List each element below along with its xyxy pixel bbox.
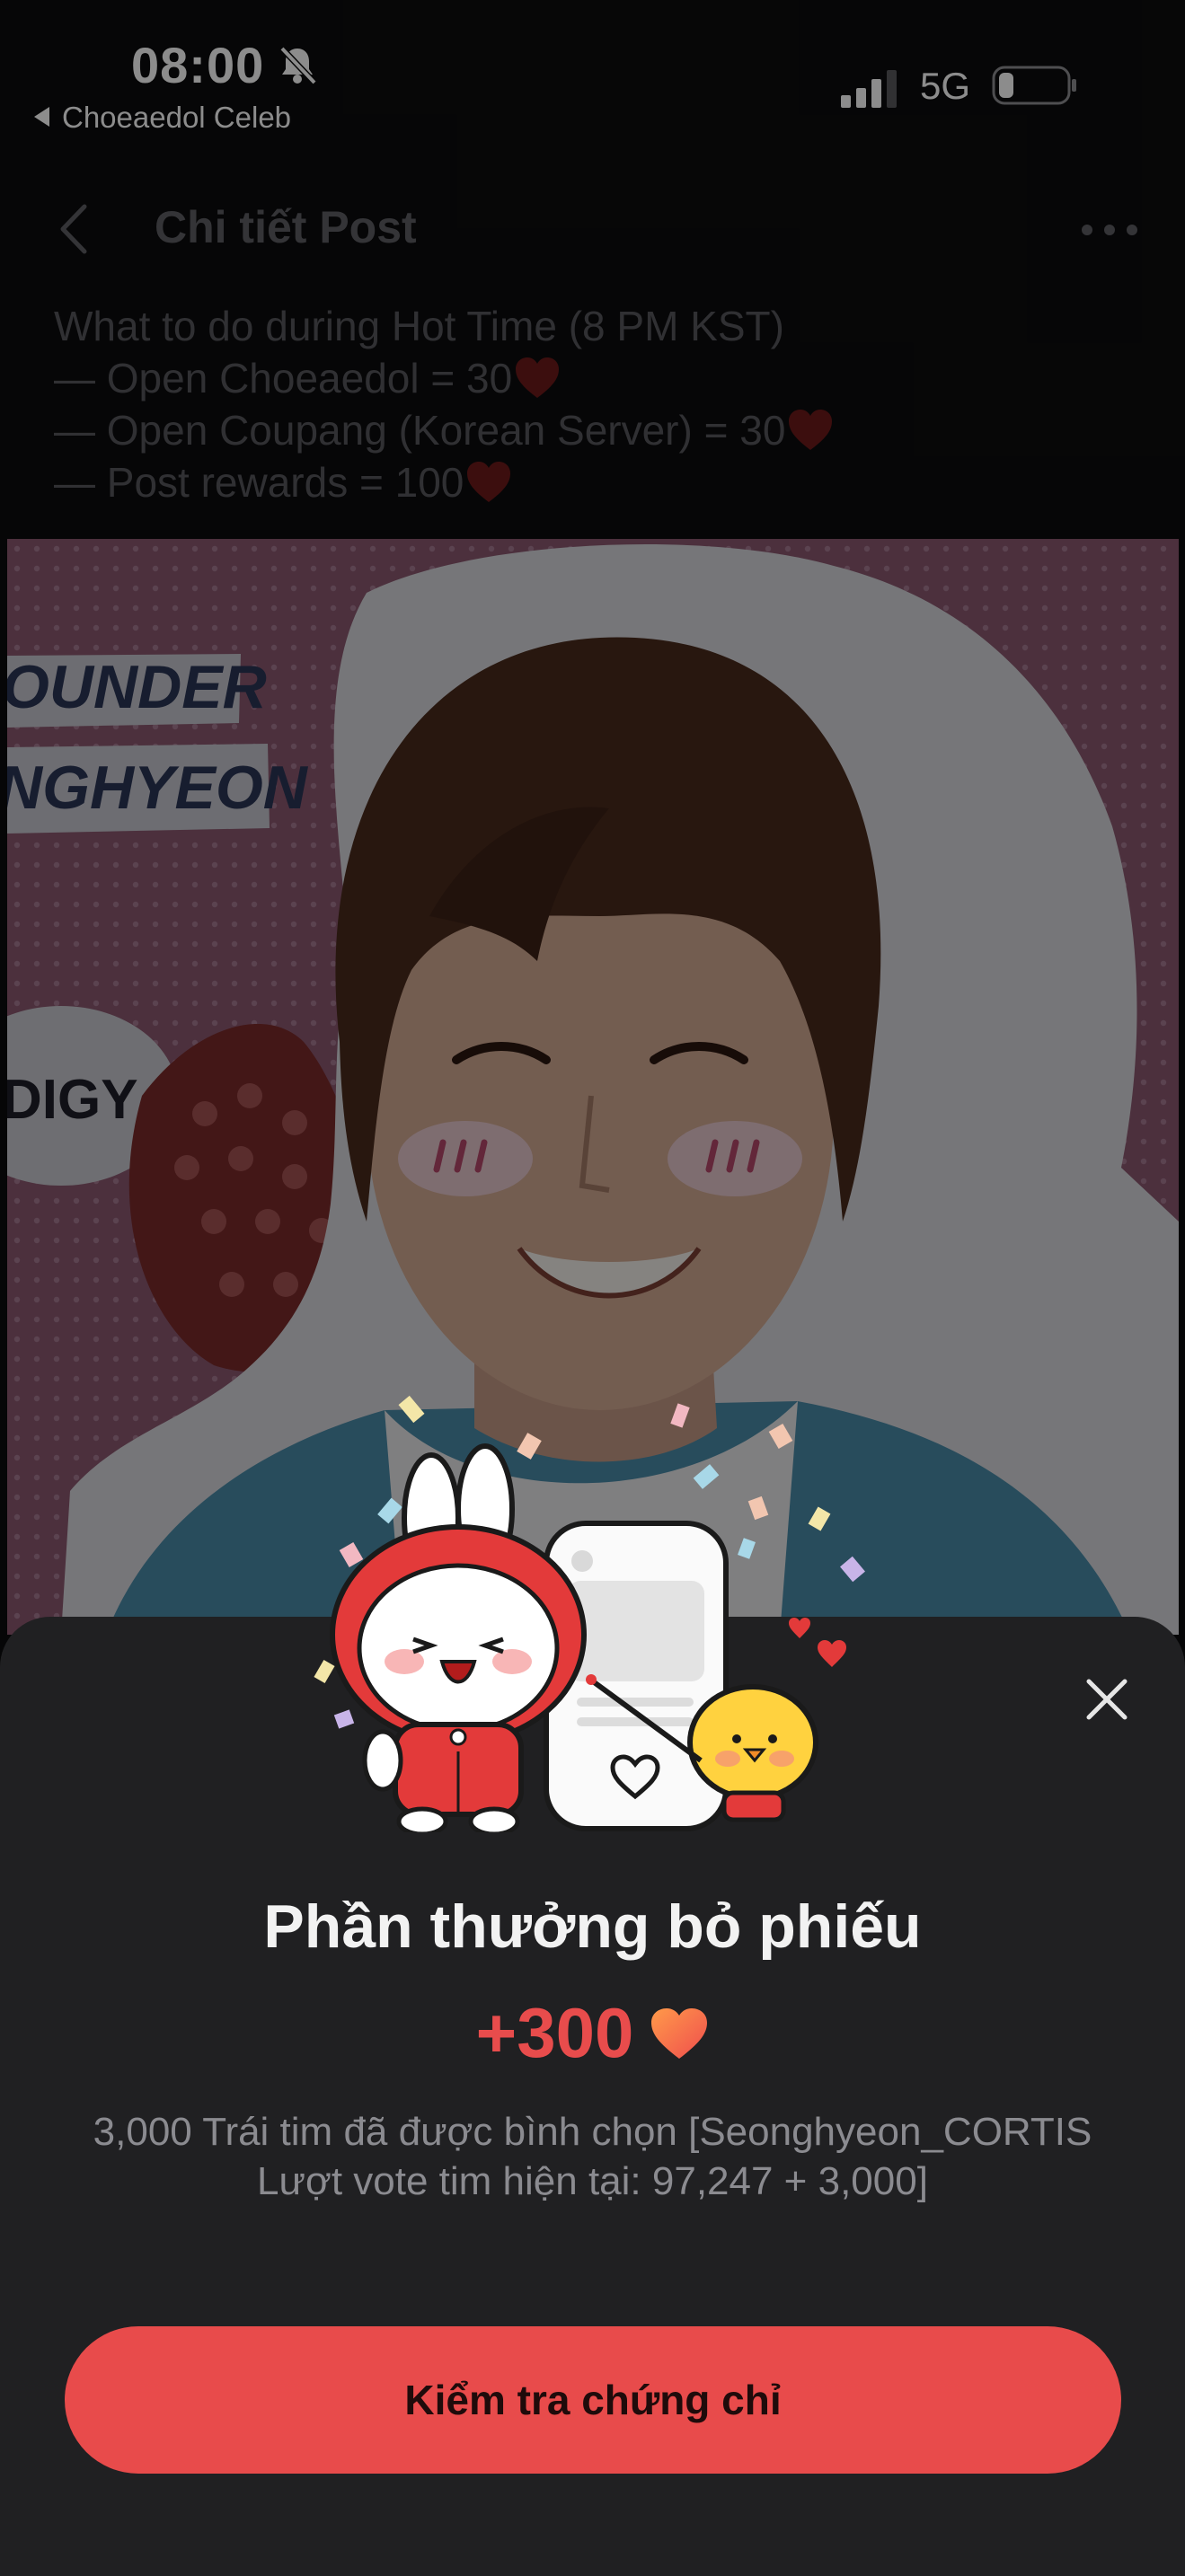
post-line: — Open Choeaedol = 30 xyxy=(54,352,1132,404)
signal-icon xyxy=(841,70,897,108)
reward-amount: +300 xyxy=(475,1993,634,2072)
post-line: — Open Coupang (Korean Server) = 30 xyxy=(54,404,1132,456)
heart-icon xyxy=(651,2007,708,2059)
post-header: Chi tiết Post xyxy=(0,180,1185,278)
post-line-text: — Post rewards = 100 xyxy=(54,459,464,506)
back-triangle-icon xyxy=(34,107,49,127)
post-line-text: What to do during Hot Time (8 PM KST) xyxy=(54,303,784,349)
post-line: — Post rewards = 100 xyxy=(54,456,1132,508)
bell-slash-icon xyxy=(279,46,317,85)
heart-icon xyxy=(789,410,833,450)
heart-icon xyxy=(516,357,560,398)
battery-icon xyxy=(992,66,1076,105)
page-title: Chi tiết Post xyxy=(155,202,417,252)
chevron-left-icon[interactable] xyxy=(52,201,97,257)
back-app-label: Choeaedol Celeb xyxy=(62,101,292,134)
status-bar: 08:00 Choeaedol Celeb 5G xyxy=(0,0,1185,153)
post-line-text: — Open Choeaedol = 30 xyxy=(54,355,513,401)
reward-mascot-illustration xyxy=(314,1395,865,1832)
network-type: 5G xyxy=(920,65,971,107)
check-certificate-button[interactable]: Kiểm tra chứng chỉ xyxy=(65,2326,1121,2474)
photo-text-bubble: DIGY xyxy=(7,1069,138,1131)
post-line: What to do during Hot Time (8 PM KST) xyxy=(54,300,1132,352)
back-to-app-link[interactable]: Choeaedol Celeb xyxy=(34,101,291,135)
post-body: What to do during Hot Time (8 PM KST) — … xyxy=(54,300,1132,508)
photo-text-founder: OUNDER xyxy=(7,653,267,721)
reward-amount-row: +300 xyxy=(0,1992,1185,2074)
photo-text-name: NGHYEON xyxy=(7,754,309,822)
reward-title: Phần thưởng bỏ phiếu xyxy=(263,1892,922,1961)
post-line-text: — Open Coupang (Korean Server) = 30 xyxy=(54,407,786,454)
reward-description: 3,000 Trái tim đã được bình chọn [Seongh… xyxy=(93,2110,1092,2203)
close-icon[interactable] xyxy=(1078,1671,1136,1728)
status-time: 08:00 xyxy=(131,37,265,93)
more-horizontal-icon[interactable] xyxy=(1078,221,1141,239)
heart-icon xyxy=(467,462,511,502)
